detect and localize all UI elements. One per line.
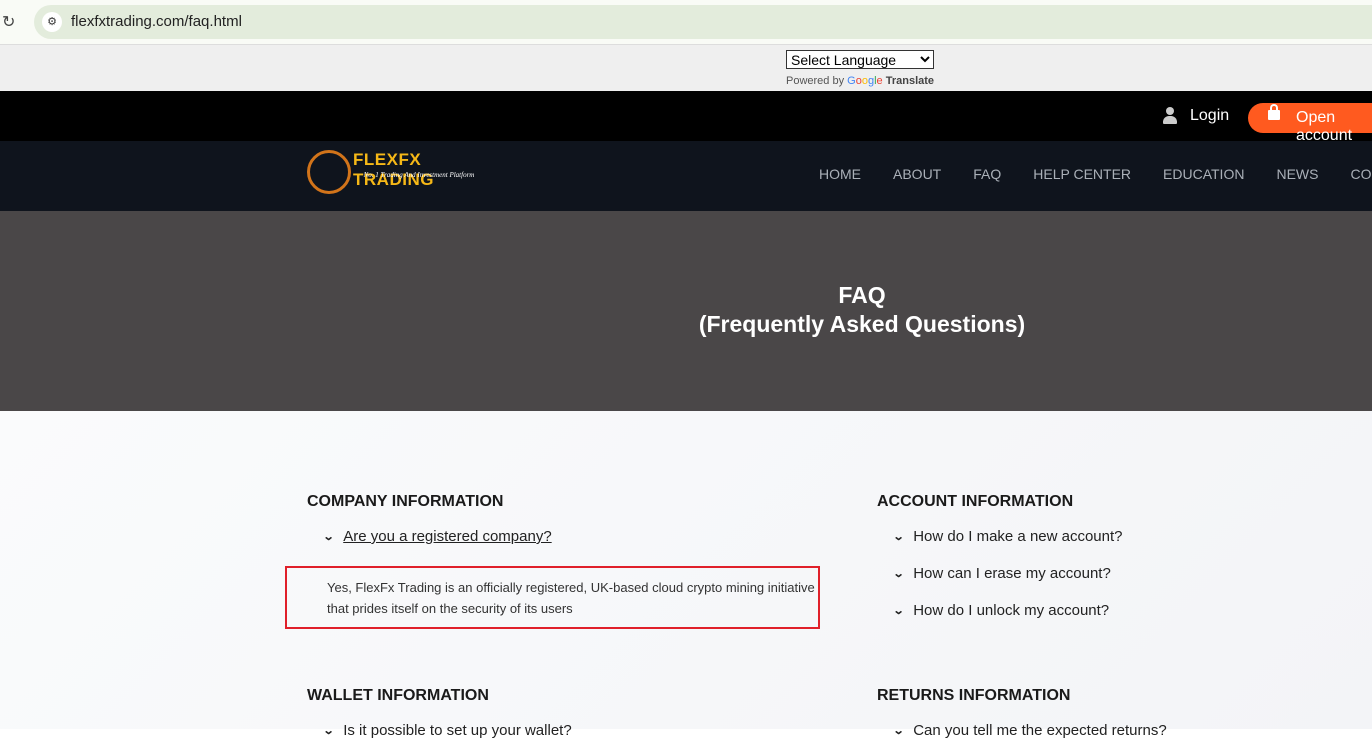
question-text[interactable]: Is it possible to set up your wallet?: [343, 722, 571, 739]
user-icon: [1162, 107, 1178, 125]
google-translate-bar: Select Language Powered by Google Transl…: [0, 45, 1372, 91]
nav-help-center[interactable]: HELP CENTER: [1033, 166, 1131, 182]
question-text[interactable]: How can I erase my account?: [913, 565, 1111, 582]
language-select[interactable]: Select Language: [786, 50, 934, 69]
question-text[interactable]: How do I unlock my account?: [913, 602, 1109, 619]
nav-about[interactable]: ABOUT: [893, 166, 941, 182]
logo-subtitle: No. 1 Trading And Investment Platform: [363, 171, 475, 179]
open-account-label: Open account: [1296, 109, 1353, 144]
nav-faq[interactable]: FAQ: [973, 166, 1001, 182]
powered-by-google: Powered by Google Translate: [786, 75, 935, 87]
top-bar: Login Open account: [0, 91, 1372, 144]
chevron-down-icon: ⌄: [322, 725, 335, 737]
section-title-returns: RETURNS INFORMATION: [877, 687, 1071, 704]
chevron-down-icon: ⌄: [892, 605, 905, 617]
question-text[interactable]: How do I make a new account?: [913, 528, 1122, 545]
site-settings-icon[interactable]: ⚙: [42, 12, 62, 32]
question-text[interactable]: Can you tell me the expected returns?: [913, 722, 1166, 739]
chevron-down-icon: ⌄: [322, 531, 335, 543]
logo-title: FLEXFX TRADING: [353, 150, 434, 189]
url-text[interactable]: flexfxtrading.com/faq.html: [71, 13, 242, 30]
faq-question[interactable]: ⌄ Is it possible to set up your wallet?: [322, 722, 572, 739]
page-subtitle: (Frequently Asked Questions): [698, 311, 1026, 337]
page-title: FAQ: [838, 282, 886, 308]
reload-icon[interactable]: ↻: [2, 12, 15, 32]
faq-content: COMPANY INFORMATION ⌄ Are you a registere…: [0, 411, 1372, 739]
nav-home[interactable]: HOME: [819, 166, 861, 182]
page-hero: FAQ (Frequently Asked Questions): [0, 211, 1372, 411]
lock-icon: [1268, 104, 1280, 120]
main-nav: FLEXFX TRADING No. 1 Trading And Investm…: [0, 141, 1372, 211]
login-link[interactable]: Login: [1162, 107, 1229, 125]
chevron-down-icon: ⌄: [892, 725, 905, 737]
faq-question[interactable]: ⌄ How can I erase my account?: [892, 565, 1111, 582]
browser-toolbar: ↻ ⚙ flexfxtrading.com/faq.html: [0, 0, 1372, 45]
open-account-button[interactable]: Open account: [1248, 103, 1372, 144]
chevron-down-icon: ⌄: [892, 531, 905, 543]
faq-question[interactable]: ⌄ How do I make a new account?: [892, 528, 1123, 545]
nav-education[interactable]: EDUCATION: [1163, 166, 1244, 182]
chevron-down-icon: ⌄: [892, 568, 905, 580]
faq-answer: Yes, FlexFx Trading is an officially reg…: [285, 566, 820, 629]
faq-question[interactable]: ⌄ How do I unlock my account?: [892, 602, 1110, 619]
login-label[interactable]: Login: [1190, 107, 1229, 125]
section-title-company: COMPANY INFORMATION: [307, 493, 504, 510]
faq-question[interactable]: ⌄ Are you a registered company?: [322, 528, 552, 545]
site-logo[interactable]: FLEXFX TRADING No. 1 Trading And Investm…: [307, 148, 497, 198]
nav-contact[interactable]: CONTACT: [1350, 166, 1372, 182]
logo-chart-icon: [307, 150, 351, 194]
address-bar[interactable]: ⚙ flexfxtrading.com/faq.html: [34, 5, 1372, 39]
section-title-wallet: WALLET INFORMATION: [307, 687, 489, 704]
section-title-account: ACCOUNT INFORMATION: [877, 493, 1074, 510]
nav-news[interactable]: NEWS: [1276, 166, 1318, 182]
question-text[interactable]: Are you a registered company?: [343, 528, 551, 545]
faq-question[interactable]: ⌄ Can you tell me the expected returns?: [892, 722, 1167, 739]
